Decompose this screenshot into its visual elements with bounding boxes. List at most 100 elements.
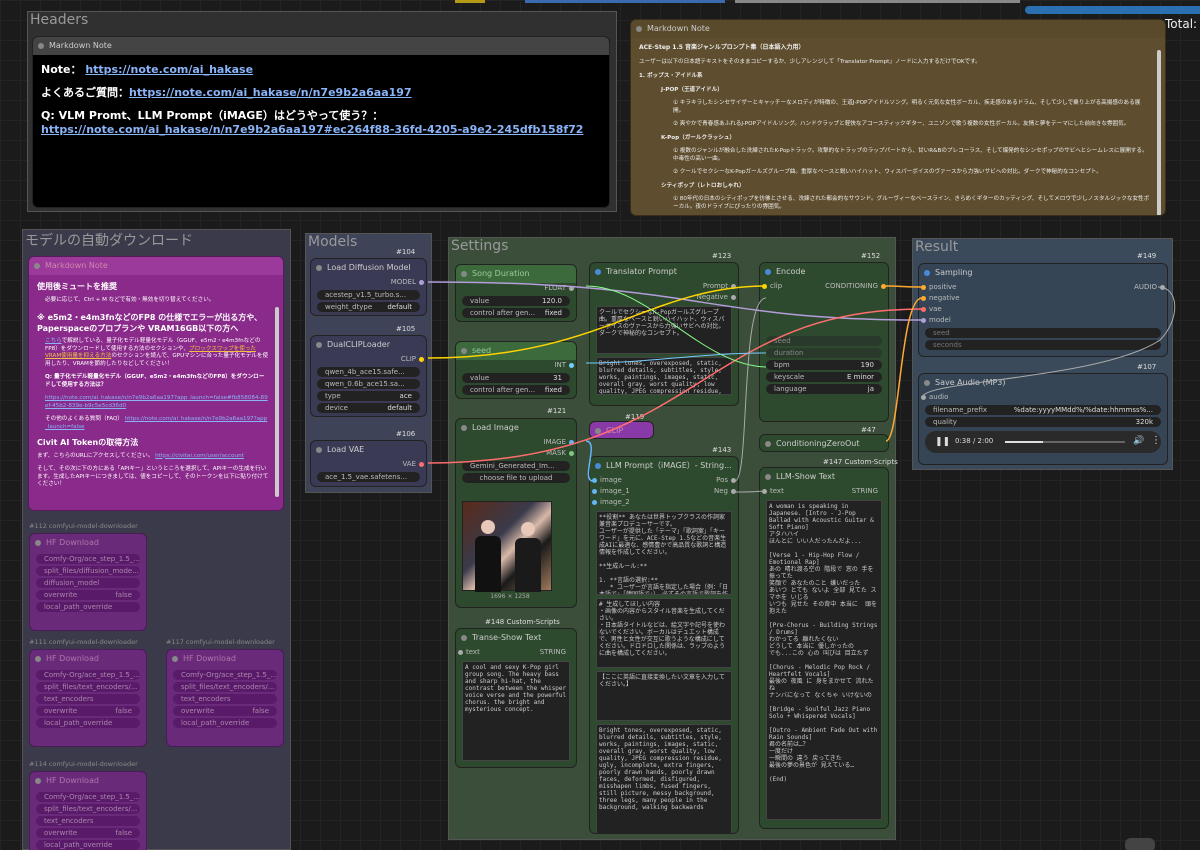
user-textarea[interactable]: 【ここに英語に直接変換したい文章を入力してください。】: [596, 671, 732, 721]
negative-textarea[interactable]: Bright tones, overexposed, static, blurr…: [596, 357, 732, 395]
hf-download-node[interactable]: HF Download Comfy-Org/ace_step_1.5_... spl…: [29, 533, 147, 631]
play-button[interactable]: [1125, 838, 1155, 850]
download-field[interactable]: local_path_override: [36, 602, 140, 612]
clip-name1-widget[interactable]: qwen_4b_ace15.safe...: [317, 367, 420, 377]
hf-download-node[interactable]: HF Download Comfy-Org/ace_step_1.5_... spl…: [29, 771, 147, 850]
hf-download-node[interactable]: HF Download Comfy-Org/ace_step_1.5_... spl…: [166, 649, 284, 747]
slot-row[interactable]: image Pos: [590, 475, 738, 486]
volume-icon[interactable]: 🔊: [1133, 436, 1144, 446]
language-widget[interactable]: language ja: [766, 384, 882, 394]
slot-row[interactable]: image_1 Neg: [590, 486, 738, 497]
hf-download-node[interactable]: HF Download Comfy-Org/ace_step_1.5_... spl…: [29, 649, 147, 747]
seed-node[interactable]: seed INT value 31 control after gen... fix…: [455, 341, 577, 399]
output-int[interactable]: INT: [456, 360, 576, 371]
download-field[interactable]: diffusion_model: [36, 578, 140, 588]
download-field[interactable]: Comfy-Org/ace_step_1.5_...: [173, 670, 277, 680]
value-widget[interactable]: value 31: [462, 373, 570, 383]
output-model[interactable]: MODEL: [311, 277, 426, 288]
input-model[interactable]: model: [919, 315, 1167, 326]
download-markdown-note[interactable]: Markdown Note 使用後ミュートを推奨 必要に応じて、Ctrl + M…: [28, 256, 284, 511]
bpm-widget[interactable]: bpm 190: [766, 360, 882, 370]
download-field[interactable]: split_files/diffusion_mode...: [36, 566, 140, 576]
dl-link5[interactable]: https://civitai.com/user/account: [155, 453, 244, 459]
download-field[interactable]: Comfy-Org/ace_step_1.5_...: [36, 792, 140, 802]
download-field[interactable]: text_encoders: [36, 816, 140, 826]
input-audio[interactable]: audio: [919, 392, 1167, 403]
download-field[interactable]: Comfy-Org/ace_step_1.5_...: [36, 670, 140, 680]
output-clip[interactable]: CLIP: [311, 354, 426, 365]
download-field[interactable]: split_files/text_encoders/...: [36, 804, 140, 814]
q-link[interactable]: https://note.com/ai_hakase/n/n7e9b2a6aa1…: [41, 123, 601, 137]
output-vae[interactable]: VAE: [311, 459, 426, 470]
instruction-textarea[interactable]: # 生成してほしい内容 ・画像の内容からスタイル音楽を生成してください。 ・日本…: [596, 598, 732, 668]
conditioning-zero-out-node[interactable]: ConditioningZeroOut: [759, 434, 889, 452]
slot-row[interactable]: text STRING: [760, 486, 888, 497]
faq-link[interactable]: https://note.com/ai_hakase/n/n7e9b2a6aa1…: [129, 86, 412, 99]
dual-clip-loader-node[interactable]: DualCLIPLoader CLIP qwen_4b_ace15.safe..…: [310, 335, 427, 417]
vae-name-widget[interactable]: ace_1.5_vae.safetens...: [317, 472, 420, 482]
download-field[interactable]: overwrite false: [173, 706, 277, 716]
download-field[interactable]: split_files/text_encoders/...: [173, 682, 277, 692]
unet-name-widget[interactable]: acestep_v1.5_turbo.s...: [317, 290, 420, 300]
download-field[interactable]: text_encoders: [36, 694, 140, 704]
type-widget[interactable]: type ace: [317, 391, 420, 401]
negative-textarea[interactable]: Bright tones, overexposed, static, blurr…: [596, 724, 732, 833]
weight-dtype-widget[interactable]: weight_dtype default: [317, 302, 420, 312]
input-negative[interactable]: negative: [919, 293, 1167, 304]
transe-show-text-node[interactable]: Transe-Show Text text STRING A cool and s…: [455, 628, 577, 768]
download-field[interactable]: local_path_override: [36, 718, 140, 728]
duration-input[interactable]: duration: [766, 348, 882, 358]
encode-node[interactable]: Encode clip CONDITIONING seed duration bp…: [759, 262, 889, 422]
more-icon[interactable]: ⋮: [1151, 435, 1161, 446]
download-field[interactable]: overwrite false: [36, 590, 140, 600]
download-field[interactable]: overwrite false: [36, 828, 140, 838]
quality-widget[interactable]: quality 320k: [925, 417, 1161, 427]
download-field[interactable]: split_files/text_encoders/...: [36, 682, 140, 692]
download-field[interactable]: local_path_override: [173, 718, 277, 728]
seed-input[interactable]: seed: [766, 336, 882, 346]
device-widget[interactable]: device default: [317, 403, 420, 413]
translator-prompt-node[interactable]: Translator Prompt Prompt Negative クールでセク…: [589, 262, 739, 406]
filename-prefix-widget[interactable]: filename_prefix %date:yyyyMMdd%/%date:hhm…: [925, 405, 1161, 415]
slot-row[interactable]: text STRING: [456, 647, 576, 658]
clip-name2-widget[interactable]: qwen_0.6b_ace15.sa...: [317, 379, 420, 389]
save-audio-node[interactable]: Save Audio (MP3) audio filename_prefix %d…: [918, 373, 1168, 465]
markdown-note-node[interactable]: Markdown Note Note： https://note.com/ai_…: [32, 36, 610, 208]
scrollbar[interactable]: [1157, 50, 1161, 215]
load-image-node[interactable]: Load Image IMAGE MASK Gemini_Generated_I…: [455, 418, 577, 608]
dl-link3[interactable]: https://note.com/ai_hakase/n/n7e9b2a6aa1…: [45, 395, 269, 410]
seed-input[interactable]: seed: [925, 328, 1161, 338]
prompt-textarea[interactable]: クールでセクシーなK-Popガールズグループ曲。重厚なベースと鋭いハイハット、ウ…: [596, 306, 732, 354]
keyscale-widget[interactable]: keyscale E minor: [766, 372, 882, 382]
download-field[interactable]: text_encoders: [173, 694, 277, 704]
output-prompt[interactable]: Prompt: [590, 281, 738, 292]
upload-button[interactable]: choose file to upload: [462, 473, 570, 483]
note-link[interactable]: https://note.com/ai_hakase: [85, 63, 253, 76]
input-image-2[interactable]: image_2: [590, 497, 738, 508]
output-negative[interactable]: Negative: [590, 292, 738, 303]
output-float[interactable]: FLOAT: [456, 283, 576, 294]
slot-row[interactable]: positive AUDIO: [919, 282, 1167, 293]
download-field[interactable]: local_path_override: [36, 840, 140, 850]
pause-icon[interactable]: ❚❚: [935, 437, 950, 447]
control-after-gen-widget[interactable]: control after gen... fixed: [462, 385, 570, 395]
load-diffusion-model-node[interactable]: Load Diffusion Model MODEL acestep_v1.5_…: [310, 258, 427, 316]
seconds-input[interactable]: seconds: [925, 340, 1161, 350]
image-file-widget[interactable]: Gemini_Generated_Im...: [462, 461, 570, 471]
input-vae[interactable]: vae: [919, 304, 1167, 315]
output-mask[interactable]: MASK: [456, 448, 576, 459]
system-textarea[interactable]: **役割** あなたは世界トップクラスの作詞家兼音楽プロデューサーです。 ユーザ…: [596, 511, 732, 595]
clip-node-119[interactable]: CLIP: [589, 421, 654, 439]
sampling-node[interactable]: Sampling positive AUDIO negative vae mode…: [918, 263, 1168, 357]
slot-row[interactable]: clip CONDITIONING: [760, 281, 888, 292]
llm-prompt-node[interactable]: LLM Prompt（iMAGE）- String... image Pos im…: [589, 456, 739, 834]
audio-player[interactable]: ❚❚ 0:38 / 2:00 🔊 ⋮: [925, 431, 1161, 453]
audio-progress[interactable]: [1005, 441, 1125, 443]
download-field[interactable]: Comfy-Org/ace_step_1.5_...: [36, 554, 140, 564]
output-image[interactable]: IMAGE: [456, 437, 576, 448]
scrollbar[interactable]: [275, 307, 279, 497]
control-after-gen-widget[interactable]: control after gen... fixed: [462, 308, 570, 318]
song-duration-node[interactable]: Song Duration FLOAT value 120.0 control a…: [455, 264, 577, 322]
ace-markdown-note[interactable]: Markdown Note ACE-Step 1.5 音楽ジャンルプロンプト集（…: [630, 19, 1166, 216]
load-vae-node[interactable]: Load VAE VAE ace_1.5_vae.safetens...: [310, 440, 427, 487]
